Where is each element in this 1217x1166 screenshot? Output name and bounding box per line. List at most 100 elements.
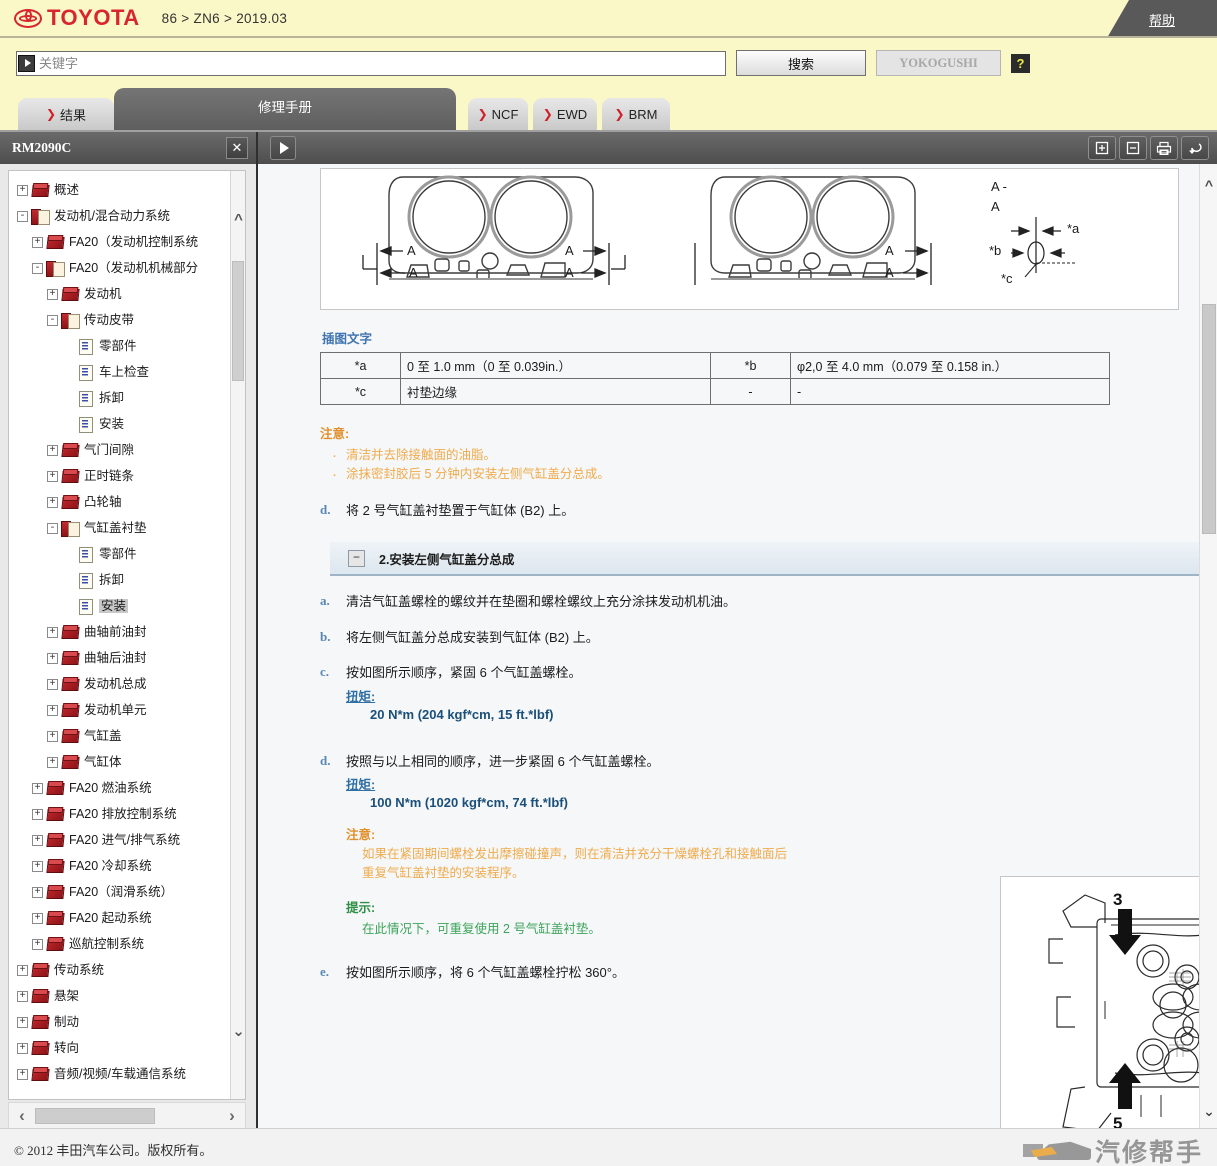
tree-node[interactable]: + 发动机 [13, 281, 245, 307]
expand-node-icon[interactable]: + [47, 470, 58, 482]
tree-scroll-down-icon[interactable]: ⌄ [231, 1023, 245, 1040]
tree-node[interactable]: + 发动机单元 [13, 697, 245, 723]
collapse-node-icon[interactable]: - [47, 522, 58, 534]
expand-node-icon[interactable]: + [17, 1016, 28, 1028]
tree-hscroll-thumb[interactable] [35, 1108, 155, 1124]
expand-node-icon[interactable]: + [47, 730, 58, 742]
search-input[interactable] [35, 51, 725, 75]
search-input-wrap[interactable] [16, 50, 726, 76]
expand-node-icon[interactable]: + [47, 756, 58, 768]
tree-node[interactable]: - FA20（发动机机械部分 [13, 255, 245, 281]
content-scroll-up-icon[interactable]: ^ [1200, 174, 1217, 196]
tree-node[interactable]: + 气缸盖 [13, 723, 245, 749]
tree-node[interactable]: + FA20 起动系统 [13, 905, 245, 931]
expand-node-icon[interactable]: + [17, 964, 28, 976]
tab-ewd[interactable]: ❯ EWD [533, 98, 597, 130]
tab-results[interactable]: ❯ 结果 [18, 98, 114, 130]
expand-node-icon[interactable]: + [32, 886, 43, 898]
expand-node-icon[interactable]: + [47, 444, 58, 456]
tree-node[interactable]: + 概述 [13, 177, 245, 203]
yokogushi-button[interactable]: YOKOGUSHI [876, 50, 1001, 76]
expand-all-icon[interactable] [1088, 136, 1116, 160]
close-panel-button[interactable]: ✕ [226, 137, 248, 159]
collapse-node-icon[interactable]: - [17, 210, 28, 222]
tree-node[interactable]: + FA20 燃油系统 [13, 775, 245, 801]
tree-node[interactable]: + FA20 进气/排气系统 [13, 827, 245, 853]
expand-node-icon[interactable]: + [47, 652, 58, 664]
expand-node-icon[interactable]: + [47, 626, 58, 638]
expand-node-icon[interactable]: + [17, 184, 28, 196]
tree-node[interactable]: 拆卸 [13, 567, 245, 593]
expand-node-icon[interactable]: + [17, 1068, 28, 1080]
tree-vertical-scrollbar[interactable]: ^ ⌄ [230, 171, 245, 1099]
tree-node[interactable]: + FA20 冷却系统 [13, 853, 245, 879]
tree-scroll-right-icon[interactable]: › [219, 1106, 245, 1126]
search-button[interactable]: 搜索 [736, 50, 866, 76]
help-question-icon[interactable]: ? [1011, 53, 1030, 73]
tab-ncf[interactable]: ❯ NCF [468, 98, 528, 130]
back-icon[interactable] [1181, 136, 1209, 160]
next-page-button[interactable] [270, 136, 296, 160]
content-scroll-thumb[interactable] [1202, 304, 1216, 534]
toyota-emblem-icon [14, 8, 42, 28]
expand-node-icon[interactable]: + [47, 496, 58, 508]
tree-horizontal-scrollbar[interactable]: ‹ › [8, 1102, 246, 1130]
help-tab[interactable]: 帮助 [1107, 0, 1217, 36]
tree-node[interactable]: + 音频/视频/车载通信系统 [13, 1061, 245, 1087]
figure-gasket-section: A A A A A A A - A *a *b *c [320, 168, 1179, 310]
tree-scroll-up-icon[interactable]: ^ [231, 211, 245, 228]
tab-brm[interactable]: ❯ BRM [602, 98, 670, 130]
tree-node[interactable]: + 制动 [13, 1009, 245, 1035]
tree-node[interactable]: + 发动机总成 [13, 671, 245, 697]
tree-node[interactable]: 安装 [13, 593, 245, 619]
tree-node[interactable]: + 气缸体 [13, 749, 245, 775]
tree-node[interactable]: + 凸轮轴 [13, 489, 245, 515]
tree-node[interactable]: 车上检查 [13, 359, 245, 385]
tab-repair-manual[interactable]: 修理手册 [114, 88, 456, 130]
tree-node[interactable]: + 传动系统 [13, 957, 245, 983]
collapse-all-icon[interactable] [1119, 136, 1147, 160]
tree-node[interactable]: 安装 [13, 411, 245, 437]
content-vertical-scrollbar[interactable]: ^ ⌄ [1199, 164, 1217, 1130]
tree-node[interactable]: - 发动机/混合动力系统 [13, 203, 245, 229]
tree-node[interactable]: 零部件 [13, 541, 245, 567]
tree-node[interactable]: + FA20（发动机控制系统 [13, 229, 245, 255]
expand-node-icon[interactable]: + [32, 860, 43, 872]
tree-node[interactable]: + FA20 排放控制系统 [13, 801, 245, 827]
collapse-node-icon[interactable]: - [32, 262, 43, 274]
expand-node-icon[interactable]: + [32, 912, 43, 924]
tree-node[interactable]: - 传动皮带 [13, 307, 245, 333]
tree-node[interactable]: + 悬架 [13, 983, 245, 1009]
tree-node[interactable]: + 曲轴后油封 [13, 645, 245, 671]
tree-scroll-left-icon[interactable]: ‹ [9, 1106, 35, 1126]
expand-node-icon[interactable]: + [47, 288, 58, 300]
expand-node-icon[interactable]: + [32, 938, 43, 950]
print-icon[interactable] [1150, 136, 1178, 160]
collapse-node-icon[interactable]: - [47, 314, 58, 326]
collapse-section-icon[interactable]: − [348, 549, 365, 567]
tree-hscroll-track[interactable] [35, 1108, 219, 1124]
content-scroll-down-icon[interactable]: ⌄ [1200, 1100, 1217, 1122]
expand-node-icon[interactable]: + [32, 834, 43, 846]
expand-node-icon[interactable]: + [32, 236, 43, 248]
tree-scroll-thumb[interactable] [232, 261, 244, 381]
expand-node-icon[interactable]: + [17, 990, 28, 1002]
expand-node-icon[interactable]: + [47, 678, 58, 690]
tree-node[interactable]: + 转向 [13, 1035, 245, 1061]
tree-node[interactable]: + FA20（润滑系统） [13, 879, 245, 905]
expand-node-icon[interactable]: + [47, 704, 58, 716]
tree-node[interactable]: + 曲轴前油封 [13, 619, 245, 645]
tree-node[interactable]: + 气门间隙 [13, 437, 245, 463]
expand-node-icon[interactable]: + [32, 782, 43, 794]
section-header-install-left-head[interactable]: − 2.安装左侧气缸盖分总成 [330, 542, 1199, 577]
expand-node-icon[interactable]: + [32, 808, 43, 820]
svg-text:A: A [409, 265, 418, 280]
toyota-logo: TOYOTA [14, 7, 140, 29]
tab-ncf-label: NCF [491, 106, 519, 122]
tree-node[interactable]: 拆卸 [13, 385, 245, 411]
tree-node[interactable]: + 巡航控制系统 [13, 931, 245, 957]
expand-node-icon[interactable]: + [17, 1042, 28, 1054]
tree-node[interactable]: - 气缸盖衬垫 [13, 515, 245, 541]
tree-node[interactable]: + 正时链条 [13, 463, 245, 489]
tree-node[interactable]: 零部件 [13, 333, 245, 359]
